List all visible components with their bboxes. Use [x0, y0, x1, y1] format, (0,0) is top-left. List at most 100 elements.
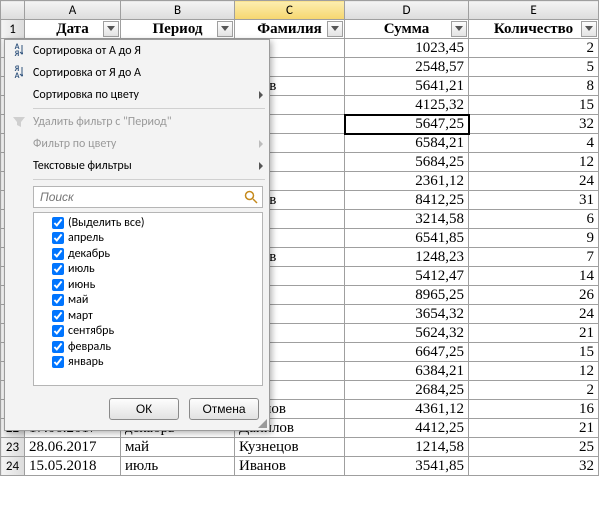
- cell[interactable]: 32: [469, 115, 599, 134]
- filter-value-checkbox[interactable]: [52, 325, 64, 337]
- cell[interactable]: 8965,25: [345, 286, 469, 305]
- filter-value-checkbox[interactable]: [52, 263, 64, 275]
- filter-value-item[interactable]: январь: [34, 355, 262, 371]
- cell[interactable]: 2548,57: [345, 58, 469, 77]
- row-header[interactable]: 23: [1, 438, 25, 457]
- cell[interactable]: 32: [469, 457, 599, 476]
- cell[interactable]: 8412,25: [345, 191, 469, 210]
- cell[interactable]: 21: [469, 324, 599, 343]
- col-header-D[interactable]: D: [345, 1, 469, 20]
- cell[interactable]: 16: [469, 400, 599, 419]
- filter-value-item[interactable]: декабрь: [34, 246, 262, 262]
- menu-item-sort-color[interactable]: Сортировка по цвету: [5, 84, 269, 106]
- filter-value-checkbox[interactable]: [52, 310, 64, 322]
- cell[interactable]: 1023,45: [345, 39, 469, 58]
- cell[interactable]: 2361,12: [345, 172, 469, 191]
- cell[interactable]: 15: [469, 343, 599, 362]
- menu-item-text-filters[interactable]: Текстовые фильтры: [5, 155, 269, 177]
- cell[interactable]: 5684,25: [345, 153, 469, 172]
- cell[interactable]: май: [121, 438, 235, 457]
- cell[interactable]: 26: [469, 286, 599, 305]
- filter-value-checkbox[interactable]: [52, 279, 64, 291]
- filter-value-checkbox[interactable]: [52, 217, 64, 229]
- cell[interactable]: 14: [469, 267, 599, 286]
- cell[interactable]: 3541,85: [345, 457, 469, 476]
- cell[interactable]: 28.06.2017: [25, 438, 121, 457]
- cell[interactable]: 2: [469, 39, 599, 58]
- row-header[interactable]: 24: [1, 457, 25, 476]
- cell[interactable]: 6584,21: [345, 134, 469, 153]
- cell[interactable]: 15: [469, 96, 599, 115]
- row-header[interactable]: 1: [1, 20, 25, 39]
- filter-value-checkbox[interactable]: [52, 294, 64, 306]
- filter-values-list[interactable]: (Выделить все)апрельдекабрьиюльиюньмайма…: [33, 212, 263, 386]
- cell[interactable]: 1248,23: [345, 248, 469, 267]
- cell[interactable]: 6: [469, 210, 599, 229]
- filter-value-item[interactable]: март: [34, 308, 262, 324]
- col-header-C[interactable]: C: [235, 1, 345, 20]
- menu-item-sort-az[interactable]: Сортировка от А до Я: [5, 40, 269, 62]
- cell[interactable]: 9: [469, 229, 599, 248]
- cell[interactable]: 1214,58: [345, 438, 469, 457]
- cell[interactable]: 3654,32: [345, 305, 469, 324]
- filter-value-item[interactable]: февраль: [34, 339, 262, 355]
- cell[interactable]: 24: [469, 305, 599, 324]
- cell[interactable]: 3214,58: [345, 210, 469, 229]
- cell[interactable]: 25: [469, 438, 599, 457]
- col-header-B[interactable]: B: [121, 1, 235, 20]
- cell[interactable]: 21: [469, 419, 599, 438]
- table-row[interactable]: 2328.06.2017майКузнецов1214,5825: [1, 438, 599, 457]
- select-all-corner[interactable]: [1, 1, 25, 20]
- col-header-A[interactable]: A: [25, 1, 121, 20]
- header-cell-B[interactable]: Период: [121, 20, 235, 39]
- filter-search[interactable]: [33, 186, 263, 208]
- cell[interactable]: 2684,25: [345, 381, 469, 400]
- cell[interactable]: 2: [469, 381, 599, 400]
- cell[interactable]: 5624,32: [345, 324, 469, 343]
- filter-value-item[interactable]: июнь: [34, 277, 262, 293]
- cell[interactable]: 5641,21: [345, 77, 469, 96]
- filter-value-checkbox[interactable]: [52, 341, 64, 353]
- table-row[interactable]: 2415.05.2018июльИванов3541,8532: [1, 457, 599, 476]
- filter-dropdown-icon[interactable]: [103, 21, 119, 37]
- cell[interactable]: 12: [469, 153, 599, 172]
- filter-dropdown-icon[interactable]: [217, 21, 233, 37]
- filter-value-item[interactable]: июль: [34, 262, 262, 278]
- filter-dropdown-icon[interactable]: [327, 21, 343, 37]
- filter-dropdown-icon[interactable]: [581, 21, 597, 37]
- cell[interactable]: Кузнецов: [235, 438, 345, 457]
- cell[interactable]: 4361,12: [345, 400, 469, 419]
- filter-value-checkbox[interactable]: [52, 232, 64, 244]
- filter-value-item[interactable]: сентябрь: [34, 324, 262, 340]
- cell[interactable]: 6647,25: [345, 343, 469, 362]
- cell[interactable]: 12: [469, 362, 599, 381]
- filter-value-checkbox[interactable]: [52, 356, 64, 368]
- cell[interactable]: 4412,25: [345, 419, 469, 438]
- cancel-button[interactable]: Отмена: [189, 398, 259, 420]
- filter-value-checkbox[interactable]: [52, 248, 64, 260]
- filter-value-item[interactable]: апрель: [34, 231, 262, 247]
- cell[interactable]: 7: [469, 248, 599, 267]
- filter-dropdown-icon[interactable]: [451, 21, 467, 37]
- cell[interactable]: 4125,32: [345, 96, 469, 115]
- resize-grip-icon[interactable]: [257, 418, 267, 428]
- ok-button[interactable]: ОК: [109, 398, 179, 420]
- cell[interactable]: 6384,21: [345, 362, 469, 381]
- filter-value-item[interactable]: (Выделить все): [34, 215, 262, 231]
- header-cell-E[interactable]: Количество: [469, 20, 599, 39]
- cell[interactable]: 4: [469, 134, 599, 153]
- cell[interactable]: июль: [121, 457, 235, 476]
- cell[interactable]: 5412,47: [345, 267, 469, 286]
- header-cell-D[interactable]: Сумма: [345, 20, 469, 39]
- menu-item-sort-za[interactable]: Сортировка от Я до А: [5, 62, 269, 84]
- cell[interactable]: 24: [469, 172, 599, 191]
- header-cell-C[interactable]: Фамилия: [235, 20, 345, 39]
- col-header-E[interactable]: E: [469, 1, 599, 20]
- cell[interactable]: 6541,85: [345, 229, 469, 248]
- filter-value-item[interactable]: май: [34, 293, 262, 309]
- cell[interactable]: 15.05.2018: [25, 457, 121, 476]
- header-cell-A[interactable]: Дата: [25, 20, 121, 39]
- cell[interactable]: 8: [469, 77, 599, 96]
- filter-search-input[interactable]: [38, 189, 244, 205]
- cell[interactable]: 5: [469, 58, 599, 77]
